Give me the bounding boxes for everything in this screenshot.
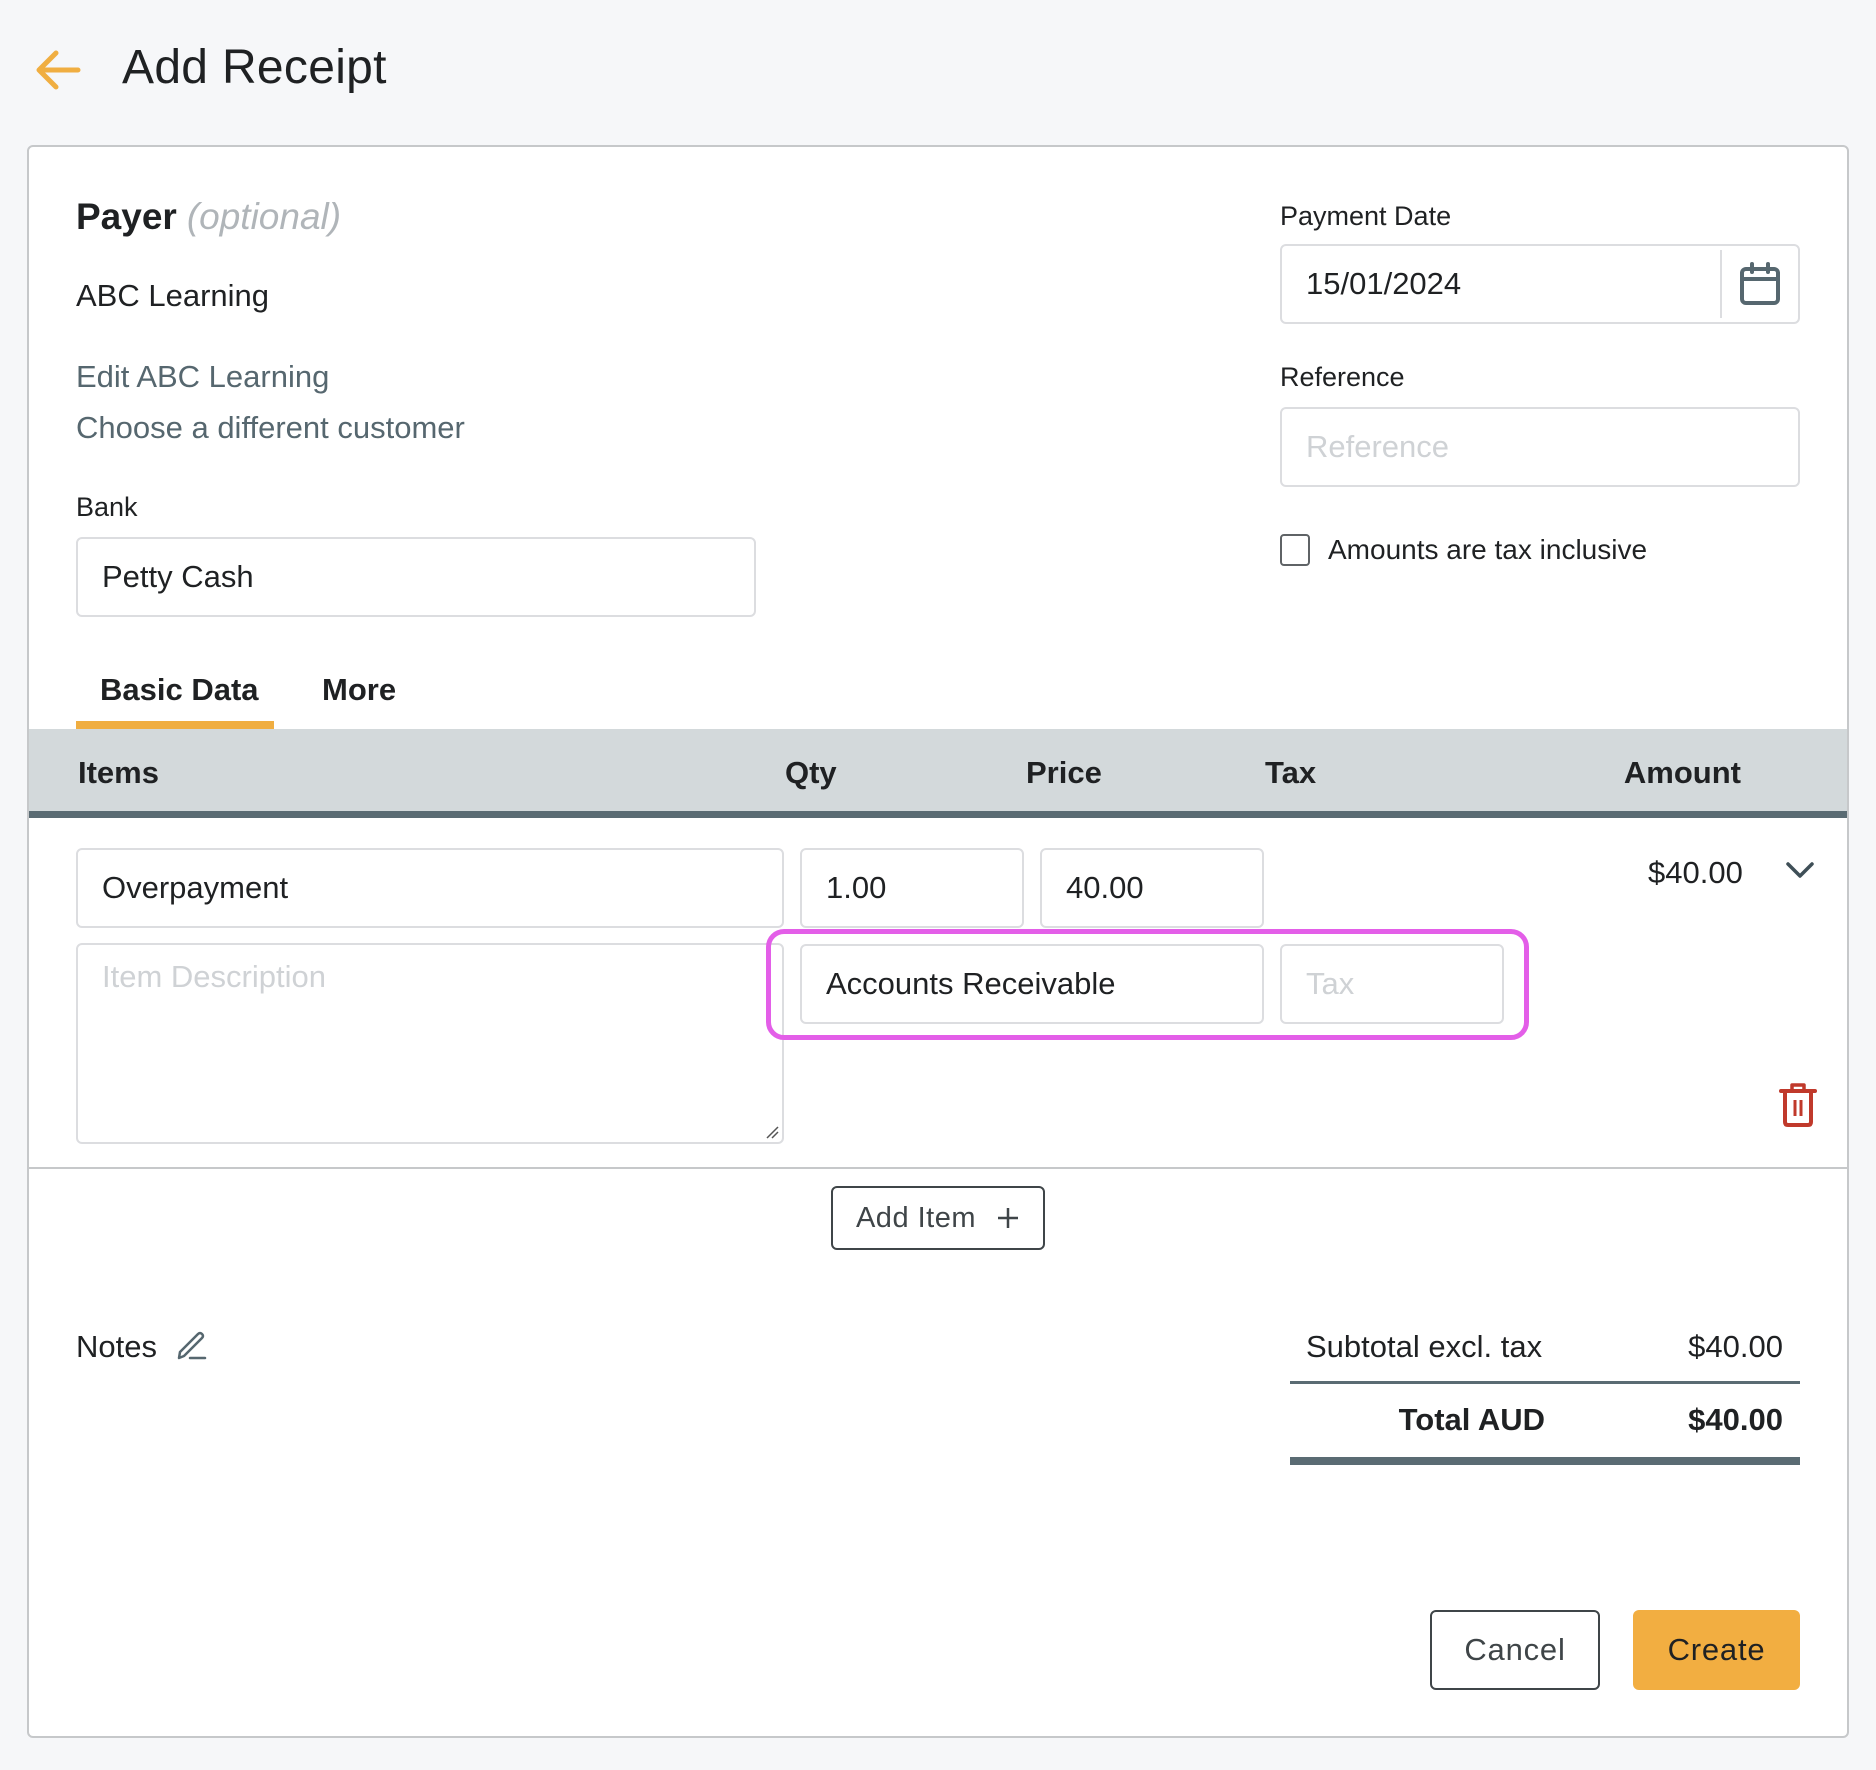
column-header-price: Price (1026, 755, 1102, 790)
cancel-button[interactable]: Cancel (1430, 1610, 1600, 1690)
payment-date-input[interactable] (1306, 246, 1726, 322)
notes-section: Notes (76, 1329, 209, 1365)
bank-input[interactable] (102, 539, 754, 615)
calendar-icon (1740, 262, 1780, 305)
account-input[interactable] (826, 946, 1262, 1022)
totals-bottom-rule (1290, 1457, 1800, 1465)
bank-label: Bank (76, 492, 138, 522)
total-value: $40.00 (1688, 1402, 1783, 1437)
tax-inclusive-label: Amounts are tax inclusive (1328, 534, 1648, 565)
tax-inclusive-checkbox[interactable]: Amounts are tax inclusive (1280, 534, 1647, 566)
reference-label: Reference (1280, 362, 1405, 392)
tab-more[interactable]: More (322, 672, 396, 708)
item-name-field[interactable] (76, 848, 784, 928)
items-table-header: Items Qty Price Tax Amount (29, 729, 1847, 818)
expand-row-button[interactable] (1780, 850, 1820, 890)
arrow-left-icon (36, 50, 81, 90)
plus-icon (998, 1208, 1019, 1228)
subtotal-label: Subtotal excl. tax (1306, 1329, 1543, 1364)
chevron-down-icon (1786, 862, 1814, 878)
account-field[interactable] (800, 944, 1264, 1024)
back-button[interactable] (30, 44, 86, 96)
payer-title: Payer (76, 196, 177, 237)
checkbox-box[interactable] (1280, 534, 1310, 566)
tax-input[interactable] (1306, 946, 1502, 1022)
calendar-button[interactable] (1722, 246, 1798, 322)
price-input[interactable] (1066, 850, 1262, 926)
totals-divider (1290, 1381, 1800, 1384)
column-header-items: Items (78, 755, 159, 790)
choose-different-customer-link[interactable]: Choose a different customer (76, 410, 465, 446)
trash-icon (1779, 1083, 1817, 1127)
create-button[interactable]: Create (1633, 1610, 1800, 1690)
total-label: Total AUD (1398, 1402, 1545, 1437)
payer-heading: Payer (optional) (76, 196, 341, 238)
edit-notes-button[interactable] (175, 1331, 209, 1363)
tab-basic-data[interactable]: Basic Data (100, 672, 259, 708)
item-description-input[interactable] (102, 959, 758, 1128)
bank-field[interactable] (76, 537, 756, 617)
column-header-amount: Amount (1623, 755, 1741, 790)
tax-field[interactable] (1280, 944, 1504, 1024)
payment-date-field[interactable] (1280, 244, 1800, 324)
reference-input[interactable] (1306, 409, 1798, 485)
qty-field[interactable] (800, 848, 1024, 928)
payer-name: ABC Learning (76, 278, 270, 313)
resize-handle-icon[interactable] (765, 1125, 779, 1139)
payer-optional-label: (optional) (186, 196, 342, 237)
column-header-qty: Qty (785, 755, 837, 790)
row-amount: $40.00 (1648, 855, 1743, 890)
reference-field[interactable] (1280, 407, 1800, 487)
edit-customer-link[interactable]: Edit ABC Learning (76, 359, 329, 395)
price-field[interactable] (1040, 848, 1264, 928)
delete-row-button[interactable] (1775, 1080, 1821, 1130)
column-header-tax: Tax (1265, 755, 1317, 790)
add-item-button[interactable]: Add Item (831, 1186, 1045, 1250)
pencil-icon (177, 1331, 207, 1360)
qty-input[interactable] (826, 850, 1022, 926)
payment-date-label: Payment Date (1280, 201, 1452, 231)
page-title: Add Receipt (122, 41, 387, 94)
subtotal-value: $40.00 (1688, 1329, 1783, 1364)
item-name-input[interactable] (102, 850, 782, 926)
item-description-field[interactable] (76, 943, 784, 1144)
row-divider (29, 1167, 1847, 1169)
add-item-label: Add Item (855, 1201, 977, 1234)
notes-label: Notes (76, 1329, 157, 1364)
active-tab-indicator (76, 721, 274, 729)
